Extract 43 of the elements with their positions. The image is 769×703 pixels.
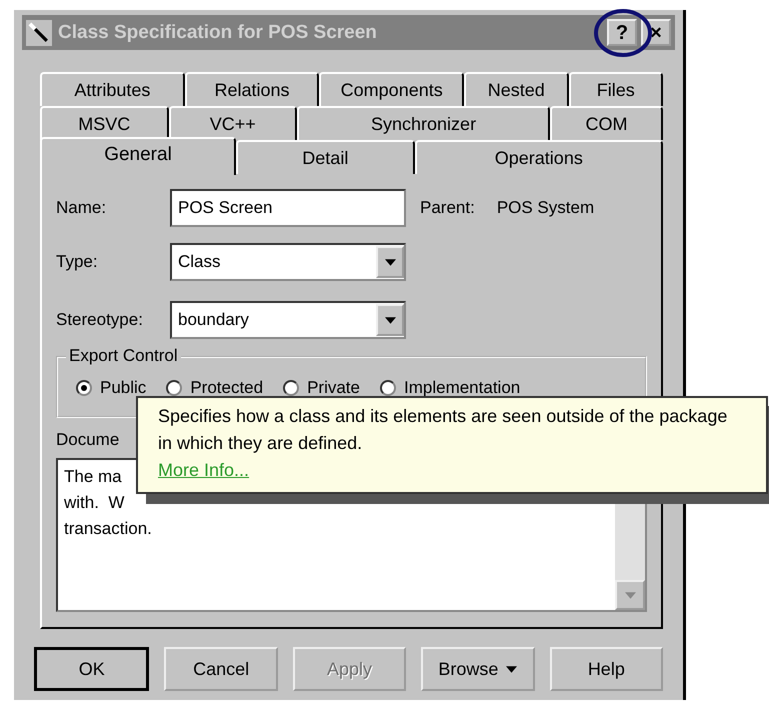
- wand-icon: [26, 20, 52, 46]
- more-info-link[interactable]: More Info...: [158, 460, 250, 480]
- field-label: Stereotype:: [56, 310, 144, 330]
- tab[interactable]: COM: [550, 106, 664, 140]
- field-label: Parent:: [420, 198, 475, 218]
- documentation-text: transaction.: [64, 518, 152, 540]
- tab[interactable]: Nested: [464, 72, 569, 106]
- window-title: Class Specification for POS Screen: [58, 22, 378, 44]
- field-label: Type:: [56, 252, 99, 272]
- tab[interactable]: General: [40, 137, 236, 175]
- field-label: Name:: [56, 198, 108, 218]
- radio-label: Private: [307, 378, 360, 398]
- radio-button[interactable]: [283, 380, 300, 396]
- radio-label: Implementation: [404, 378, 520, 398]
- dialog-button[interactable]: Cancel: [164, 647, 278, 691]
- group-title: Export Control: [66, 346, 181, 366]
- type-dropdown[interactable]: Class: [170, 243, 406, 281]
- tab[interactable]: Detail: [236, 140, 415, 174]
- tab[interactable]: Attributes: [40, 72, 185, 106]
- radio-label: Protected: [190, 378, 264, 398]
- dialog-button[interactable]: Help: [550, 647, 664, 691]
- tab[interactable]: Synchronizer: [297, 106, 550, 140]
- tab[interactable]: Operations: [414, 140, 664, 174]
- down-arrow-icon: [624, 592, 636, 598]
- documentation-text: with. W: [64, 492, 124, 514]
- tab[interactable]: Components: [319, 72, 464, 106]
- tooltip-text: Specifies how a class and its elements are seen outside of the package in which they are defined.: [158, 405, 728, 455]
- dialog-button[interactable]: OK: [34, 647, 150, 691]
- caret-icon: [506, 666, 518, 672]
- radio-label: Public: [100, 378, 146, 398]
- menu-button[interactable]: Browse: [421, 647, 535, 691]
- field-label: Docume: [56, 430, 120, 450]
- parent-value: POS System: [496, 198, 594, 218]
- documentation-text: The ma: [64, 466, 122, 488]
- tab[interactable]: Relations: [184, 72, 320, 106]
- stereotype-dropdown[interactable]: boundary: [170, 301, 406, 339]
- tab[interactable]: Files: [568, 72, 664, 106]
- radio-button[interactable]: [76, 380, 92, 396]
- radio-button[interactable]: [380, 380, 396, 396]
- annotation-circle: [593, 8, 653, 58]
- help-button[interactable]: ?: [607, 19, 637, 46]
- radio-button[interactable]: [166, 380, 182, 396]
- name-field[interactable]: POS Screen: [170, 189, 406, 227]
